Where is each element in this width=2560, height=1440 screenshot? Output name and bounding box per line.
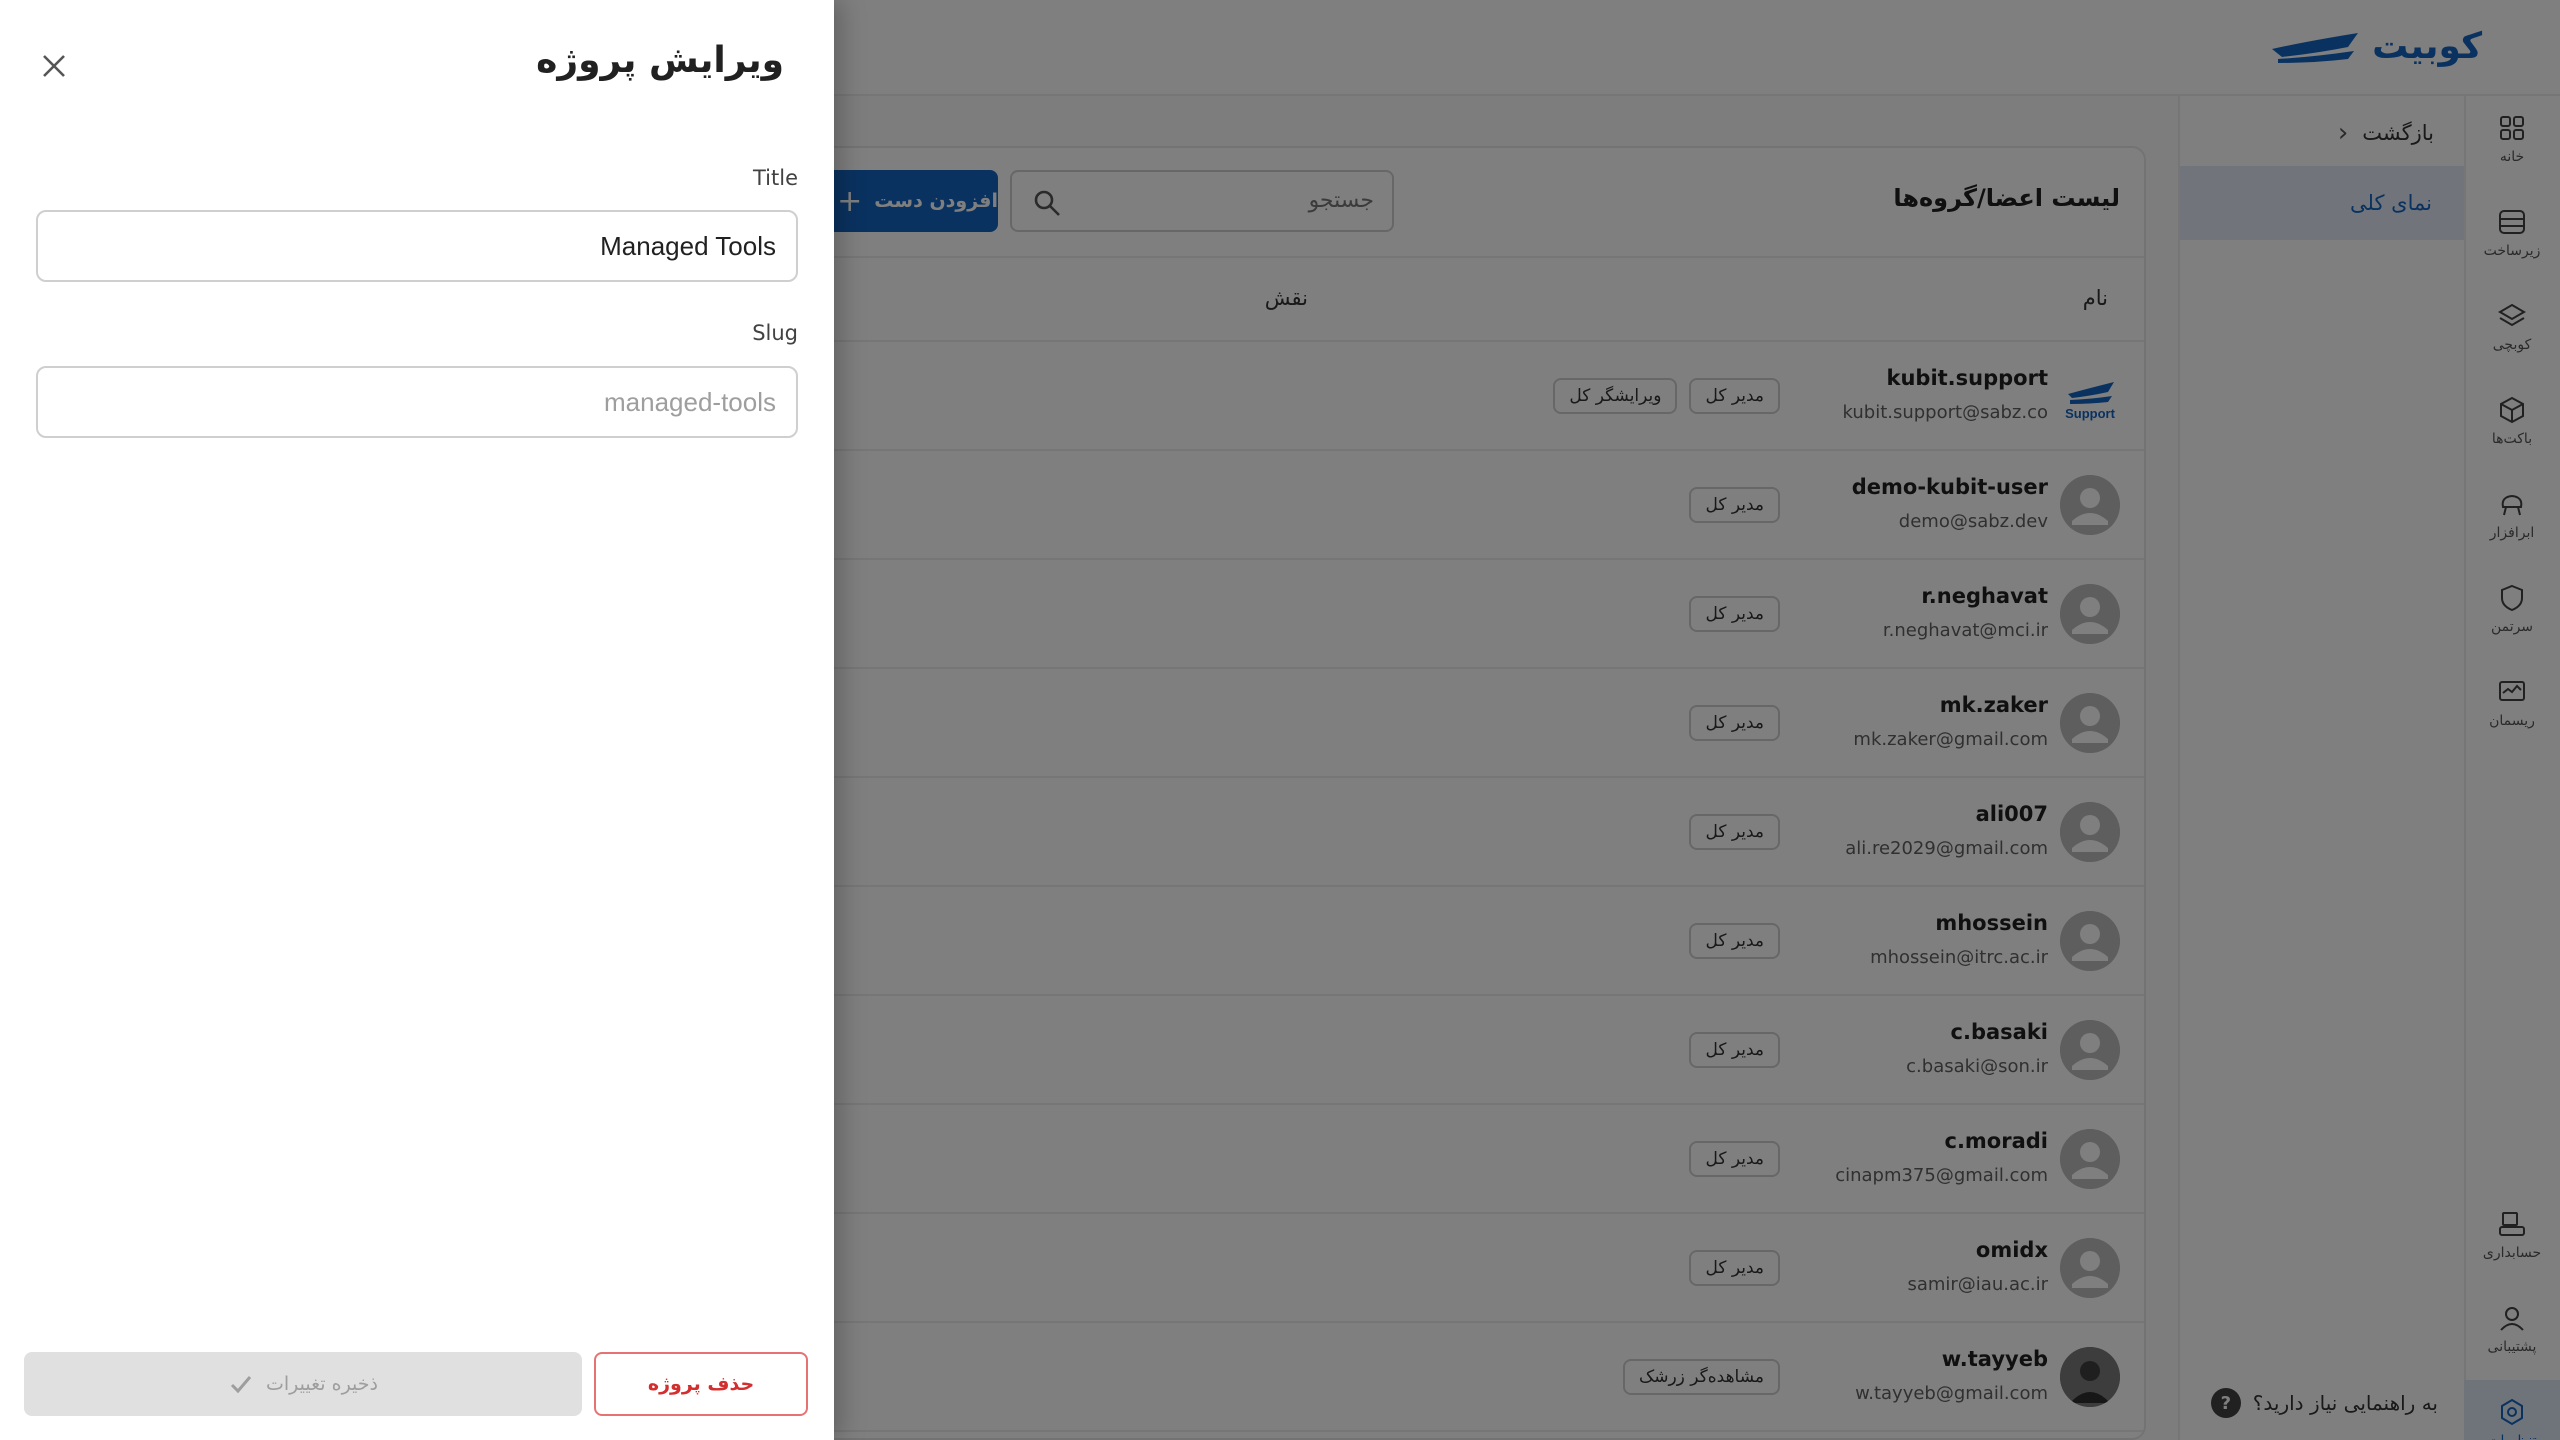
save-changes-button[interactable]: ذخیره تغییرات <box>24 1352 582 1416</box>
edit-project-drawer: ویرایش پروژه Title Slug ذخیره تغییرات حذ… <box>0 0 834 1440</box>
close-button[interactable] <box>36 48 72 84</box>
delete-label: حذف پروژه <box>647 1373 755 1395</box>
title-label: Title <box>752 166 798 190</box>
slug-input[interactable] <box>36 366 798 438</box>
title-input[interactable] <box>36 210 798 282</box>
check-icon <box>230 1376 252 1394</box>
delete-project-button[interactable]: حذف پروژه <box>594 1352 808 1416</box>
save-label: ذخیره تغییرات <box>266 1373 378 1395</box>
close-icon <box>43 55 65 77</box>
drawer-title: ویرایش پروژه <box>536 40 784 81</box>
slug-label: Slug <box>752 321 798 345</box>
